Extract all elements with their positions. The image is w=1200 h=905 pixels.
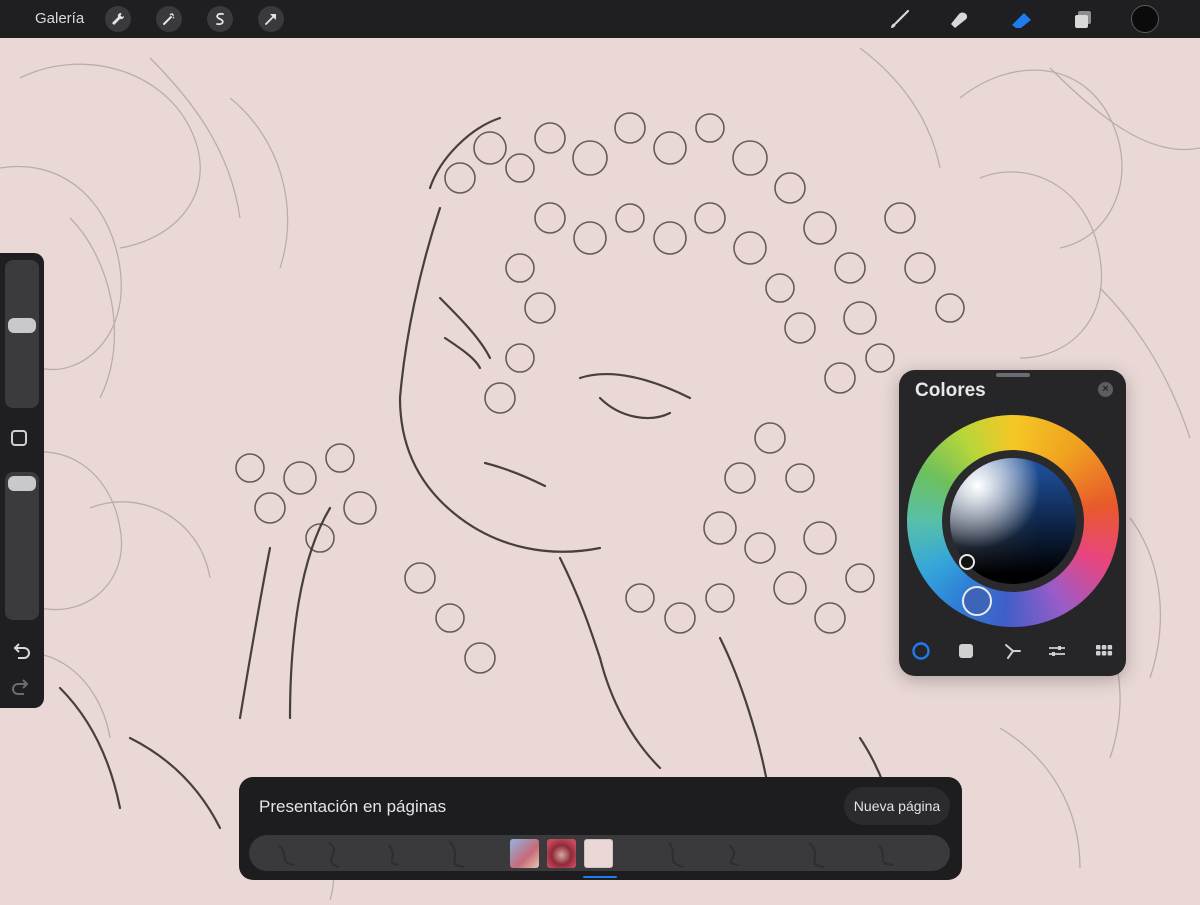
actions-button[interactable] [105, 6, 131, 32]
current-color-swatch[interactable] [1131, 5, 1159, 33]
transform-button[interactable] [258, 6, 284, 32]
modify-button[interactable] [11, 430, 27, 446]
new-page-button[interactable]: Nueva página [844, 787, 950, 825]
panel-grabber[interactable] [996, 373, 1030, 377]
undo-icon[interactable] [10, 640, 32, 662]
brush-size-slider[interactable] [5, 260, 39, 408]
close-icon[interactable]: × [1098, 382, 1113, 397]
color-mode-tabs [899, 638, 1126, 668]
page-thumbnail-1[interactable] [510, 839, 539, 868]
magic-wand-icon [163, 13, 175, 25]
eraser-tool-button[interactable] [1009, 7, 1035, 33]
smudge-icon [951, 12, 968, 28]
tab-value[interactable] [1044, 638, 1070, 664]
value-mode-icon [1049, 646, 1065, 656]
palettes-mode-icon [1096, 645, 1113, 656]
layers-icon [1075, 11, 1091, 28]
opacity-thumb[interactable] [8, 476, 36, 491]
brush-icon [891, 9, 910, 28]
eraser-icon [1012, 13, 1031, 28]
transform-icon [265, 14, 276, 25]
opacity-slider[interactable] [5, 472, 39, 620]
saturation-picker[interactable] [959, 554, 975, 570]
page-thumbnail-2[interactable] [547, 839, 576, 868]
selection-icon [216, 12, 224, 26]
harmony-mode-icon [1005, 644, 1021, 659]
page-thumbnail-3[interactable] [584, 839, 613, 868]
color-disc[interactable] [907, 415, 1119, 627]
brush-tool-button[interactable] [886, 7, 912, 33]
brush-size-thumb[interactable] [8, 318, 36, 333]
page-strip[interactable] [249, 835, 950, 871]
hue-picker[interactable] [962, 586, 992, 616]
tab-disc[interactable] [908, 638, 934, 664]
page-assist-title: Presentación en páginas [259, 797, 447, 816]
selection-button[interactable] [207, 6, 233, 32]
tab-harmony[interactable] [1000, 638, 1026, 664]
top-toolbar: Galería [0, 0, 1200, 38]
layers-button[interactable] [1070, 7, 1096, 33]
disc-mode-icon [912, 642, 930, 660]
left-sidebar [0, 253, 44, 708]
colors-title: Colores [915, 380, 986, 401]
classic-mode-icon [959, 644, 973, 658]
colors-panel: Colores × [899, 370, 1126, 676]
adjustments-button[interactable] [156, 6, 182, 32]
tab-classic[interactable] [953, 638, 979, 664]
tab-palettes[interactable] [1091, 638, 1117, 664]
smudge-tool-button[interactable] [946, 7, 972, 33]
page-assist-panel: Presentación en páginas Nueva página [239, 777, 962, 880]
redo-icon[interactable] [10, 676, 32, 698]
active-page-indicator [583, 876, 617, 878]
wrench-icon [112, 12, 125, 25]
gallery-button[interactable]: Galería [35, 10, 84, 27]
